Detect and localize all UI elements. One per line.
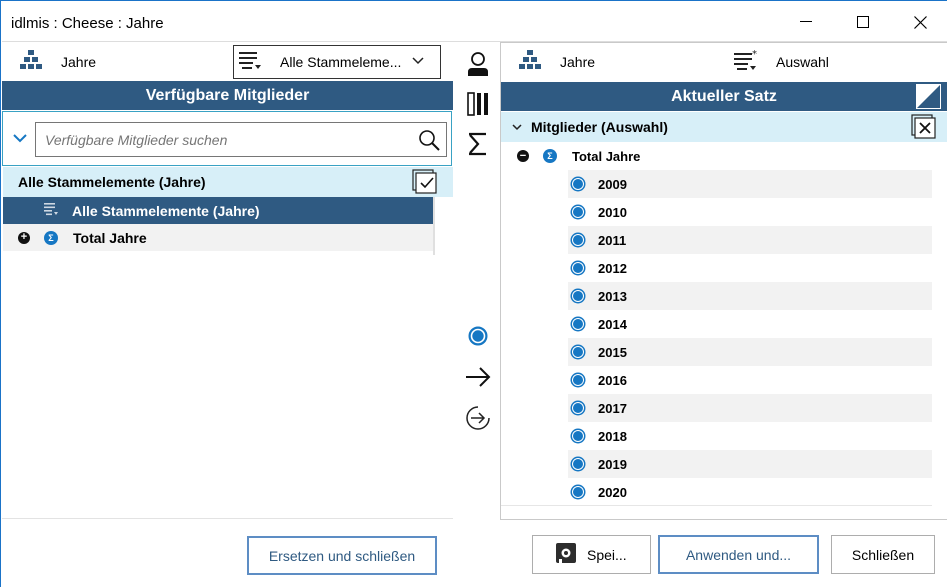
sum-icon[interactable] — [463, 129, 493, 159]
year-row[interactable]: 2013 — [568, 282, 932, 310]
list-divider — [501, 505, 932, 506]
user-icon[interactable] — [463, 49, 493, 79]
total-row[interactable]: − Σ Total Jahre — [501, 142, 932, 170]
current-set-title: Aktueller Satz — [501, 82, 947, 111]
left-item-label: Alle Stammelemente (Jahre) — [72, 202, 260, 219]
save-button[interactable]: Spei... — [532, 535, 651, 574]
year-label: 2017 — [598, 400, 627, 416]
collapse-chevron-icon[interactable] — [13, 132, 27, 147]
close-window-button[interactable] — [892, 2, 947, 42]
chevron-down-icon — [412, 54, 424, 69]
selection-mode[interactable]: * Auswahl — [733, 43, 883, 81]
member-dot-icon — [572, 346, 584, 358]
current-set-pane: Jahre * Auswahl Aktueller Satz Mitgliede… — [500, 42, 947, 520]
member-dot-icon — [572, 486, 584, 498]
select-all-check-icon[interactable] — [411, 168, 439, 199]
window-title: idlmis : Cheese : Jahre — [11, 15, 164, 32]
member-dot-icon — [572, 178, 584, 190]
member-dot-icon — [572, 234, 584, 246]
left-dimension-header: Jahre — [18, 43, 228, 81]
right-dimension-header: Jahre — [517, 43, 717, 81]
year-row[interactable]: 2012 — [568, 254, 932, 282]
year-label: 2016 — [598, 372, 627, 388]
save-button-label: Spei... — [587, 546, 627, 563]
hierarchy-icon — [18, 49, 44, 76]
dropdown-value: Alle Stammeleme... — [280, 54, 402, 70]
hierarchy-icon — [517, 49, 543, 76]
left-item-row-selected[interactable]: Alle Stammelemente (Jahre) — [3, 197, 433, 224]
year-row[interactable]: 2020 — [568, 478, 932, 506]
member-dot-icon — [572, 206, 584, 218]
year-row[interactable]: 2017 — [568, 394, 932, 422]
left-item-row[interactable]: + Σ Total Jahre — [3, 224, 433, 251]
selection-label: Auswahl — [776, 54, 829, 70]
svg-text:*: * — [752, 49, 757, 60]
year-label: 2018 — [598, 428, 627, 444]
year-row[interactable]: 2015 — [568, 338, 932, 366]
year-label: 2010 — [598, 204, 627, 220]
search-icon[interactable] — [418, 129, 440, 154]
member-dot-icon — [572, 458, 584, 470]
clear-set-icon[interactable] — [916, 84, 941, 114]
hierarchy-dropdown[interactable]: Alle Stammeleme... — [233, 45, 441, 79]
year-row[interactable]: 2019 — [568, 450, 932, 478]
collapse-minus-icon[interactable]: − — [517, 150, 529, 162]
apply-button[interactable]: Anwenden und... — [658, 535, 819, 574]
move-right-arrow-icon[interactable] — [463, 362, 493, 392]
left-pane-bottom-divider — [2, 518, 453, 519]
left-group-label: Alle Stammelemente (Jahre) — [18, 174, 206, 190]
sigma-icon: Σ — [44, 230, 58, 245]
left-group-row[interactable]: Alle Stammelemente (Jahre) — [3, 167, 453, 197]
year-label: 2020 — [598, 484, 627, 500]
year-row[interactable]: 2011 — [568, 226, 932, 254]
year-row[interactable]: 2018 — [568, 422, 932, 450]
member-dot-icon — [572, 430, 584, 442]
window: idlmis : Cheese : Jahre Jahre Alle Stamm… — [0, 0, 947, 587]
available-members-title: Verfügbare Mitglieder — [2, 81, 453, 110]
replace-and-close-button[interactable]: Ersetzen und schließen — [247, 536, 437, 575]
member-dot-icon — [572, 262, 584, 274]
year-row[interactable]: 2009 — [568, 170, 932, 198]
year-row[interactable]: 2016 — [568, 366, 932, 394]
columns-icon[interactable] — [463, 89, 493, 119]
move-circle-arrow-icon[interactable] — [463, 403, 493, 433]
member-list-small-icon — [43, 202, 59, 219]
search-input[interactable] — [36, 123, 406, 156]
member-dot-icon — [572, 374, 584, 386]
left-item-label: Total Jahre — [73, 229, 147, 246]
close-button[interactable]: Schließen — [831, 535, 935, 574]
member-list-icon — [238, 50, 262, 75]
collapse-chevron-icon[interactable] — [512, 119, 522, 135]
member-dot-icon — [572, 290, 584, 302]
minimize-button[interactable] — [778, 2, 834, 42]
sigma-icon: Σ — [543, 149, 557, 163]
year-label: 2009 — [598, 176, 627, 192]
search-box — [35, 122, 447, 157]
right-group-row[interactable]: Mitglieder (Auswahl) — [501, 112, 947, 142]
year-label: 2015 — [598, 344, 627, 360]
left-dimension-label: Jahre — [61, 54, 97, 70]
member-dot-icon — [572, 402, 584, 414]
year-label: 2014 — [598, 316, 627, 332]
year-label: 2013 — [598, 288, 627, 304]
member-dot-icon — [572, 318, 584, 330]
year-label: 2012 — [598, 260, 627, 276]
year-row[interactable]: 2010 — [568, 198, 932, 226]
right-dimension-label: Jahre — [560, 54, 596, 70]
year-label: 2019 — [598, 456, 627, 472]
search-area — [2, 111, 452, 166]
total-label: Total Jahre — [572, 148, 641, 164]
selection-list-icon: * — [733, 49, 759, 76]
year-label: 2011 — [598, 232, 627, 248]
member-dot-icon[interactable] — [463, 321, 493, 351]
right-group-label: Mitglieder (Auswahl) — [531, 119, 668, 135]
left-scrollbar[interactable] — [433, 197, 435, 255]
maximize-button[interactable] — [835, 2, 891, 42]
current-set-title-text: Aktueller Satz — [671, 87, 777, 105]
expand-plus-icon[interactable]: + — [18, 231, 30, 244]
save-icon — [555, 542, 577, 567]
year-row[interactable]: 2014 — [568, 310, 932, 338]
remove-all-icon[interactable] — [910, 113, 938, 144]
